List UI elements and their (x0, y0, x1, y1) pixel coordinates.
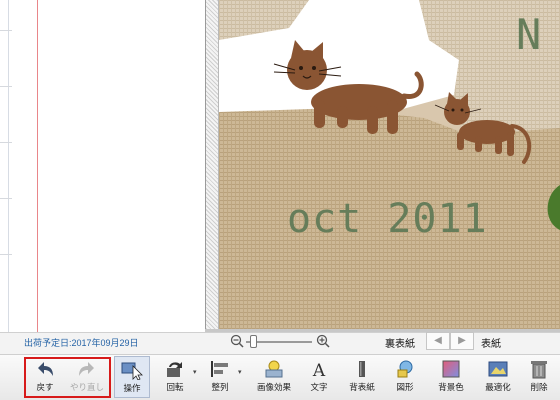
text-icon: A (312, 361, 326, 379)
rotate-label: 回転 (166, 382, 184, 392)
optimize-button[interactable]: 最適化 (480, 356, 516, 398)
align-button[interactable]: 整列 (205, 356, 235, 398)
calendar-page[interactable]: N oct 2011 (219, 0, 560, 329)
align-label: 整列 (211, 382, 229, 392)
calendar-month-letter: N (516, 10, 542, 59)
image-effect-label: 画像効果 (256, 382, 291, 392)
back-paper-label: 背表紙 (349, 382, 375, 392)
next-page-button[interactable]: ▶ (450, 332, 474, 350)
rotate-icon (167, 362, 182, 377)
image-effect-button[interactable]: 画像効果 (254, 356, 294, 398)
text-button[interactable]: A 文字 (304, 356, 334, 398)
align-icon (211, 361, 228, 377)
pointer-icon (121, 362, 143, 380)
bg-color-label: 背景色 (438, 382, 464, 392)
zoom-in-icon[interactable] (316, 334, 330, 348)
front-cover-label[interactable]: 表紙 (481, 335, 501, 350)
svg-text:A: A (312, 361, 326, 379)
prev-page-button[interactable]: ◀ (426, 332, 450, 350)
zoom-out-icon[interactable] (230, 334, 244, 348)
background-color-icon (442, 360, 460, 378)
ruler-tick (0, 30, 12, 31)
back-paper-button[interactable]: 背表紙 (345, 356, 379, 398)
ruler-tick (0, 198, 12, 199)
text-label: 文字 (310, 382, 328, 392)
margin-guide (8, 0, 9, 332)
shape-button[interactable]: 図形 (390, 356, 420, 398)
editor-window: N oct 2011 出荷予定日:2017年09月29日 裏表紙 ◀ ▶ 表紙 … (0, 0, 560, 400)
calendar-artwork (219, 0, 560, 329)
ruler-tick (0, 86, 12, 87)
shape-label: 図形 (396, 382, 414, 392)
highlight-frame (24, 357, 111, 398)
bg-color-button[interactable]: 背景色 (434, 356, 468, 398)
trash-icon (531, 361, 547, 379)
red-margin-line (37, 0, 38, 332)
delete-button[interactable]: 削除 (524, 356, 554, 398)
image-effect-icon (265, 360, 283, 378)
operate-label: 操作 (123, 383, 141, 393)
delivery-date-text: 出荷予定日:2017年09月29日 (24, 338, 139, 348)
spine-icon (359, 361, 365, 377)
optimize-icon (488, 361, 508, 377)
align-dropdown-icon[interactable]: ▾ (238, 368, 246, 376)
rotate-button[interactable]: 回転 (160, 356, 190, 398)
ruler-tick (0, 142, 12, 143)
page-spine-hatch (205, 0, 219, 332)
operate-tool-button[interactable]: 操作 (114, 356, 150, 398)
zoom-slider-thumb[interactable] (250, 335, 257, 348)
optimize-label: 最適化 (485, 382, 511, 392)
ruler-tick (0, 254, 12, 255)
rotate-dropdown-icon[interactable]: ▾ (193, 368, 201, 376)
shape-icon (397, 360, 413, 378)
delete-label: 削除 (530, 382, 548, 392)
back-cover-label[interactable]: 裏表紙 (385, 335, 415, 350)
calendar-title: oct 2011 (287, 196, 488, 242)
page-list-pane[interactable] (0, 0, 205, 332)
